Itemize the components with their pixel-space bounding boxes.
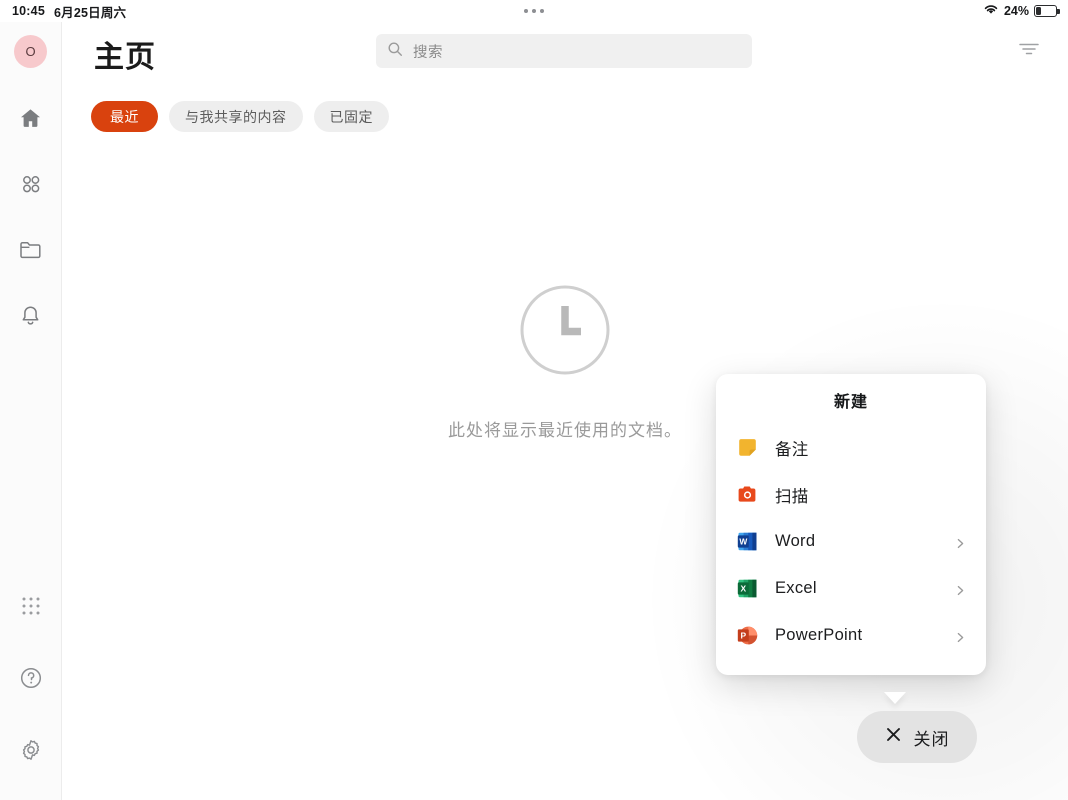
sidebar: O [0,22,62,800]
menu-item-word[interactable]: W Word [716,518,986,565]
sticky-note-icon [737,437,758,458]
empty-state-message: 此处将显示最近使用的文档。 [448,421,682,440]
search-placeholder: 搜索 [413,44,443,61]
popup-title: 新建 [833,394,868,411]
excel-icon: X [737,578,758,599]
apps-grid-icon [19,172,43,196]
close-button-label: 关闭 [913,729,950,749]
search-icon [387,41,403,62]
filter-chips: 最近 与我共享的内容 已固定 [91,101,389,132]
menu-item-label: 扫描 [775,487,809,506]
bell-icon [19,304,42,328]
sidebar-item-help[interactable] [11,658,51,698]
dots-grid-icon [21,596,41,616]
menu-item-scan[interactable]: 扫描 [716,471,986,518]
battery-icon [1034,5,1060,17]
three-dots-handle-icon [524,9,528,13]
sidebar-item-notifications[interactable] [11,296,51,336]
gear-icon [19,738,43,762]
chevron-right-icon [955,630,966,643]
multitask-handle[interactable] [0,0,1068,22]
popup-pointer [884,692,906,704]
app-root: 10:45 6月25日周六 24% O 主页 搜索 最近 与我共享的内容 已固定… [0,0,1068,800]
powerpoint-icon: P [737,625,758,646]
close-x-icon [885,726,902,748]
home-icon [18,106,43,130]
sidebar-item-more-apps[interactable] [11,586,51,626]
menu-item-note[interactable]: 备注 [716,424,986,471]
chip-label: 已固定 [329,108,373,125]
three-dots-handle-icon [540,9,544,13]
word-icon: W [737,531,758,552]
sidebar-nav-top [11,98,51,336]
camera-scan-icon [737,484,758,505]
new-item-popup: 新建 备注 扫描 W Word X Excel P PowerPoint [716,374,986,675]
menu-item-excel[interactable]: X Excel [716,565,986,612]
chip-shared-with-me[interactable]: 与我共享的内容 [169,101,303,132]
folder-icon [18,239,43,261]
chevron-right-icon [955,536,966,549]
filter-icon [1018,41,1040,62]
menu-item-label: Word [775,532,816,550]
close-button[interactable]: 关闭 [857,711,977,763]
battery-percent: 24% [1003,4,1029,18]
page-title: 主页 [94,41,156,74]
avatar[interactable]: O [14,35,47,68]
sidebar-item-files[interactable] [11,230,51,270]
svg-text:W: W [739,536,747,546]
top-bar: 主页 搜索 [62,22,1068,84]
menu-item-powerpoint[interactable]: P PowerPoint [716,612,986,659]
svg-text:P: P [741,630,747,640]
menu-item-label: 备注 [775,440,809,459]
wifi-icon [983,2,999,20]
chip-recent[interactable]: 最近 [91,101,158,132]
help-circle-icon [19,666,43,690]
three-dots-handle-icon [532,9,536,13]
svg-text:X: X [741,583,747,593]
sidebar-nav-bottom [11,586,51,770]
avatar-initial: O [25,44,36,59]
chip-label: 最近 [110,108,139,125]
status-bar-right: 24% [983,0,1060,22]
chevron-right-icon [955,583,966,596]
filter-button[interactable] [1014,36,1044,66]
menu-item-label: PowerPoint [775,626,863,644]
chip-label: 与我共享的内容 [185,108,287,125]
sidebar-item-apps[interactable] [11,164,51,204]
sidebar-item-settings[interactable] [11,730,51,770]
search-input[interactable]: 搜索 [376,34,752,68]
menu-item-label: Excel [775,579,817,597]
status-bar: 10:45 6月25日周六 24% [0,0,1068,22]
sidebar-item-home[interactable] [11,98,51,138]
clock-icon [519,284,611,376]
chip-pinned[interactable]: 已固定 [313,101,389,132]
